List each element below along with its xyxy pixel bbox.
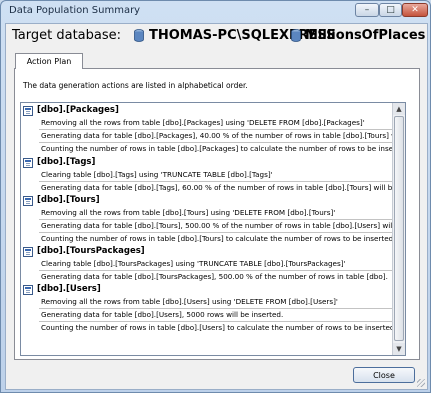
action-list[interactable]: [dbo].[Packages] Removing all the rows f…: [20, 102, 406, 356]
table-icon: [23, 158, 33, 168]
action-line: Counting the number of rows in table [db…: [41, 144, 406, 153]
close-icon: ✕: [411, 5, 419, 15]
minimize-button[interactable]: –: [355, 3, 379, 17]
maximize-icon: □: [386, 5, 395, 15]
divider: [39, 321, 395, 322]
maximize-button[interactable]: □: [379, 3, 402, 17]
action-line: Generating data for table [dbo].[ToursPa…: [41, 272, 388, 281]
scroll-thumb[interactable]: [394, 116, 404, 341]
database-server-icon: [134, 29, 144, 42]
table-icon: [23, 106, 33, 116]
divider: [39, 142, 395, 143]
group-title: [dbo].[Packages]: [37, 105, 119, 115]
close-button[interactable]: Close: [353, 367, 415, 383]
table-icon: [23, 247, 33, 257]
action-line: Generating data for table [dbo].[Tours],…: [41, 221, 406, 230]
dialog-client-area: Target database: THOMAS-PC\SQLEXPRESS Mi…: [5, 23, 428, 390]
action-line: Removing all the rows from table [dbo].[…: [41, 297, 338, 306]
database-name: MillionsOfPlaces: [305, 28, 426, 43]
table-icon: [23, 196, 33, 206]
database-icon: [291, 29, 301, 42]
tab-action-plan[interactable]: Action Plan: [15, 53, 83, 69]
action-line: Clearing table [dbo].[Tags] using 'TRUNC…: [41, 170, 273, 179]
window-title: Data Population Summary: [9, 5, 141, 16]
window-close-button[interactable]: ✕: [402, 3, 428, 17]
group-title: [dbo].[Tours]: [37, 195, 100, 205]
minimize-icon: –: [364, 5, 370, 15]
action-line: Removing all the rows from table [dbo].[…: [41, 208, 336, 217]
target-database-label: Target database:: [12, 28, 122, 43]
vertical-scrollbar[interactable]: ▲ ▼: [392, 103, 405, 355]
intro-text: The data generation actions are listed i…: [23, 81, 248, 90]
table-icon: [23, 285, 33, 295]
scroll-down-icon[interactable]: ▼: [393, 343, 405, 355]
divider: [39, 129, 395, 130]
divider: [39, 308, 395, 309]
divider: [39, 219, 395, 220]
group-title: [dbo].[Users]: [37, 284, 101, 294]
action-line: Generating data for table [dbo].[Tags], …: [41, 183, 397, 192]
group-title: [dbo].[Tags]: [37, 157, 96, 167]
group-title: [dbo].[ToursPackages]: [37, 246, 145, 256]
scroll-up-icon[interactable]: ▲: [393, 103, 405, 115]
divider: [39, 181, 395, 182]
resize-grip-icon[interactable]: [417, 379, 425, 387]
action-line: Clearing table [dbo].[ToursPackages] usi…: [41, 259, 346, 268]
action-line: Generating data for table [dbo].[Package…: [41, 131, 406, 140]
dialog-window: Data Population Summary – □ ✕ Target dat…: [0, 0, 431, 393]
divider: [39, 270, 395, 271]
action-plan-panel: The data generation actions are listed i…: [14, 68, 420, 360]
action-line: Generating data for table [dbo].[Users],…: [41, 310, 284, 319]
title-bar[interactable]: Data Population Summary – □ ✕: [1, 1, 430, 23]
action-line: Counting the number of rows in table [db…: [41, 234, 406, 243]
action-line: Counting the number of rows in table [db…: [41, 323, 406, 332]
divider: [39, 232, 395, 233]
action-line: Removing all the rows from table [dbo].[…: [41, 118, 365, 127]
